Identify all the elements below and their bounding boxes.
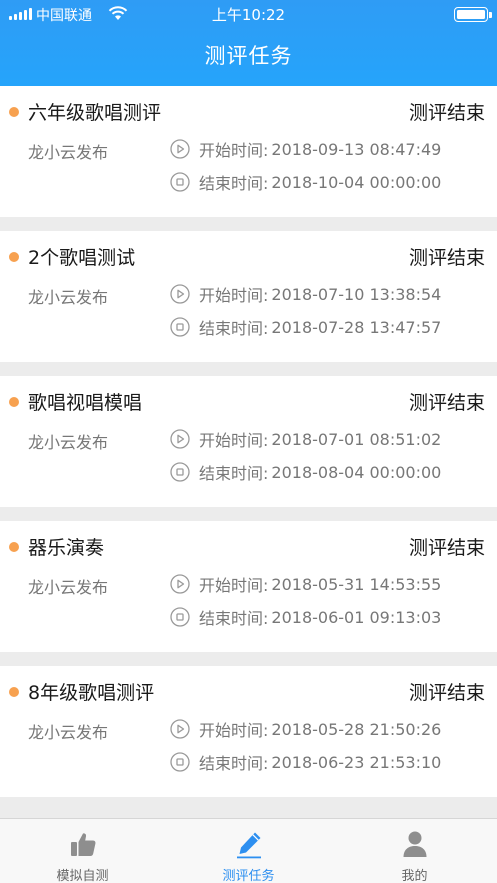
bullet-dot	[9, 107, 19, 117]
start-time-row: 开始时间: 2018-05-28 21:50:26	[170, 718, 441, 740]
play-circle-icon	[170, 284, 190, 304]
task-publisher: 龙小云发布	[28, 288, 109, 307]
task-status: 测评结束	[408, 247, 485, 269]
tab-label: 模拟自测	[56, 869, 109, 883]
play-circle-icon	[170, 574, 190, 594]
end-time-label: 结束时间:	[199, 609, 269, 628]
end-time-value: 2018-10-04 00:00:00	[271, 172, 442, 192]
thumbs-up-icon	[70, 833, 95, 856]
start-time-row: 开始时间: 2018-09-13 08:47:49	[170, 138, 441, 160]
task-publisher: 龙小云发布	[28, 143, 109, 162]
start-time-value: 2018-09-13 08:47:49	[271, 139, 442, 159]
task-title: 2个歌唱测试	[28, 247, 136, 269]
tab-profile[interactable]: 我的	[332, 819, 497, 883]
status-time: 上午10:22	[211, 6, 286, 24]
end-time-value: 2018-06-23 21:53:10	[271, 752, 442, 772]
end-time-row: 结束时间: 2018-08-04 00:00:00	[170, 461, 441, 483]
end-time-label: 结束时间:	[199, 754, 269, 773]
stop-circle-icon	[170, 172, 190, 192]
bullet-dot	[9, 542, 19, 552]
task-card[interactable]: 2个歌唱测试 测评结束 龙小云发布 开始时间: 2018-07-10 13:38…	[0, 231, 497, 362]
task-status: 测评结束	[408, 537, 485, 559]
start-time-row: 开始时间: 2018-05-31 14:53:55	[170, 573, 441, 595]
end-time-row: 结束时间: 2018-10-04 00:00:00	[170, 171, 441, 193]
start-time-label: 开始时间:	[199, 576, 269, 595]
start-time-label: 开始时间:	[199, 721, 269, 740]
task-status: 测评结束	[408, 392, 485, 414]
start-time-value: 2018-07-01 08:51:02	[271, 429, 442, 449]
end-time-row: 结束时间: 2018-06-01 09:13:03	[170, 606, 441, 628]
tab-assessment-tasks[interactable]: 测评任务	[166, 819, 331, 883]
start-time-label: 开始时间:	[199, 286, 269, 305]
task-card[interactable]: 8年级歌唱测评 测评结束 龙小云发布 开始时间: 2018-05-28 21:5…	[0, 666, 497, 797]
task-card[interactable]: 歌唱视唱模唱 测评结束 龙小云发布 开始时间: 2018-07-01 08:51…	[0, 376, 497, 507]
task-card[interactable]: 六年级歌唱测评 测评结束 龙小云发布 开始时间: 2018-09-13 08:4…	[0, 86, 497, 217]
play-circle-icon	[170, 139, 190, 159]
end-time-value: 2018-07-28 13:47:57	[271, 317, 442, 337]
bullet-dot	[9, 687, 19, 697]
person-icon	[403, 831, 426, 857]
end-time-row: 结束时间: 2018-06-23 21:53:10	[170, 751, 441, 773]
status-bar: 中国联通 上午10:22	[0, 0, 497, 28]
start-time-label: 开始时间:	[199, 141, 269, 160]
battery-icon	[454, 7, 488, 22]
start-time-label: 开始时间:	[199, 431, 269, 450]
stop-circle-icon	[170, 462, 190, 482]
task-status: 测评结束	[408, 102, 485, 124]
end-time-value: 2018-06-01 09:13:03	[271, 607, 442, 627]
task-publisher: 龙小云发布	[28, 578, 109, 597]
play-circle-icon	[170, 719, 190, 739]
end-time-label: 结束时间:	[199, 319, 269, 338]
tab-label: 测评任务	[222, 869, 275, 883]
tab-bar: 模拟自测 测评任务 我的	[0, 818, 497, 883]
start-time-value: 2018-05-28 21:50:26	[271, 719, 442, 739]
end-time-row: 结束时间: 2018-07-28 13:47:57	[170, 316, 441, 338]
end-time-label: 结束时间:	[199, 174, 269, 193]
battery-tip	[489, 12, 492, 18]
start-time-value: 2018-07-10 13:38:54	[271, 284, 442, 304]
bullet-dot	[9, 397, 19, 407]
task-publisher: 龙小云发布	[28, 723, 109, 742]
pencil-icon	[236, 832, 261, 859]
end-time-label: 结束时间:	[199, 464, 269, 483]
start-time-value: 2018-05-31 14:53:55	[271, 574, 442, 594]
play-circle-icon	[170, 429, 190, 449]
task-status: 测评结束	[408, 682, 485, 704]
start-time-row: 开始时间: 2018-07-10 13:38:54	[170, 283, 441, 305]
stop-circle-icon	[170, 607, 190, 627]
task-card[interactable]: 器乐演奏 测评结束 龙小云发布 开始时间: 2018-05-31 14:53:5…	[0, 521, 497, 652]
task-title: 8年级歌唱测评	[28, 682, 155, 704]
page-title: 测评任务	[204, 44, 293, 68]
task-title: 六年级歌唱测评	[28, 102, 162, 124]
header: 中国联通 上午10:22 测评任务	[0, 0, 497, 86]
tab-label: 我的	[401, 869, 428, 883]
task-title: 歌唱视唱模唱	[28, 392, 143, 414]
stop-circle-icon	[170, 752, 190, 772]
end-time-value: 2018-08-04 00:00:00	[271, 462, 442, 482]
stop-circle-icon	[170, 317, 190, 337]
start-time-row: 开始时间: 2018-07-01 08:51:02	[170, 428, 441, 450]
bullet-dot	[9, 252, 19, 262]
tab-self-test[interactable]: 模拟自测	[0, 819, 165, 883]
task-publisher: 龙小云发布	[28, 433, 109, 452]
task-title: 器乐演奏	[28, 537, 105, 559]
